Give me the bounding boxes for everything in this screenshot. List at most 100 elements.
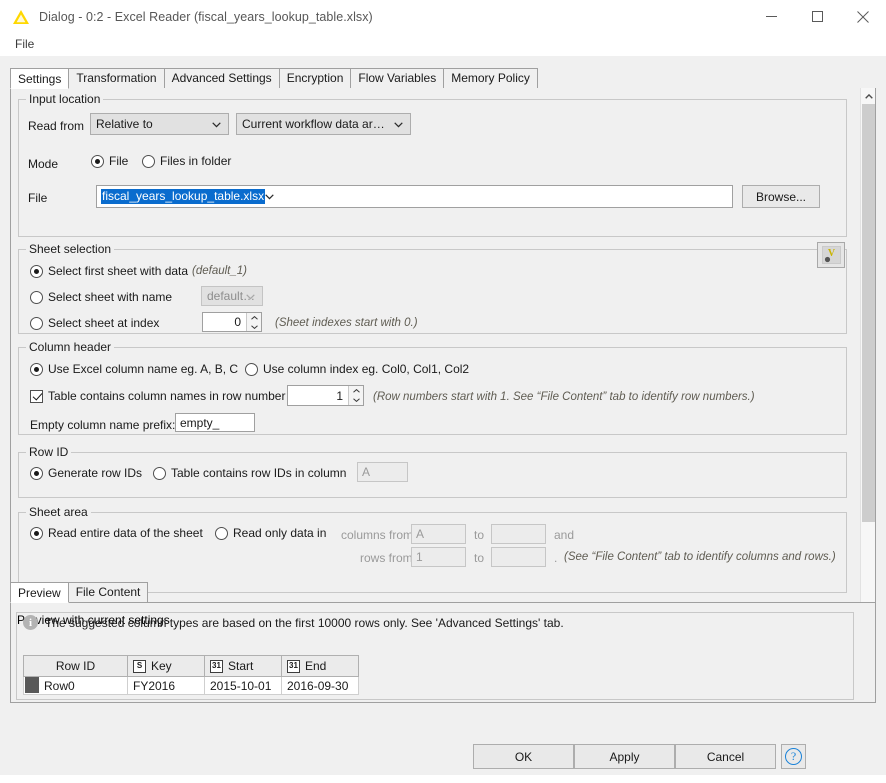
apply-button[interactable]: Apply — [574, 744, 675, 769]
radio-dot — [153, 466, 166, 480]
sheet-area-hint: (See “File Content” tab to identify colu… — [564, 551, 836, 563]
cancel-button[interactable]: Cancel — [675, 744, 776, 769]
columns-from-input[interactable]: A — [411, 524, 466, 544]
ok-button[interactable]: OK — [473, 744, 574, 769]
radio-use-excel-column-name[interactable]: Use Excel column name eg. A, B, C — [30, 362, 238, 376]
column-header-start[interactable]: 31 Start — [204, 655, 282, 677]
menu-item-file[interactable]: File — [10, 36, 39, 52]
date-type-icon: 31 — [210, 659, 223, 673]
window-controls — [748, 0, 886, 33]
empty-column-prefix-input[interactable]: empty_ — [175, 413, 255, 432]
checkbox-column-names-in-row[interactable]: Table contains column names in row numbe… — [30, 389, 285, 403]
maximize-icon[interactable] — [794, 0, 840, 33]
preview-tab-strip: Preview File Content — [10, 582, 876, 603]
group-row-id: Row ID — [18, 445, 847, 498]
chevron-down-icon — [394, 122, 403, 128]
scrollbar-thumb[interactable] — [862, 104, 875, 522]
sheet-index-spinner[interactable]: 0 — [202, 312, 262, 332]
group-label-sheet-area: Sheet area — [26, 505, 91, 519]
preview-info-row: i The suggested column types are based o… — [23, 615, 564, 630]
group-label-row-id: Row ID — [26, 445, 72, 459]
radio-generate-row-ids[interactable]: Generate row IDs — [30, 466, 142, 480]
spinner-down-icon[interactable] — [349, 395, 363, 405]
radio-sheet-at-index[interactable]: Select sheet at index — [30, 316, 159, 330]
minimize-icon[interactable] — [748, 0, 794, 33]
cell-key: FY2016 — [127, 676, 205, 695]
radio-mode-file[interactable]: File — [91, 154, 128, 168]
radio-dot — [91, 154, 104, 168]
first-sheet-hint: (default_1) — [192, 265, 247, 277]
rows-from-input[interactable]: 1 — [411, 547, 466, 567]
radio-table-contains-row-ids[interactable]: Table contains row IDs in column — [153, 466, 346, 480]
radio-mode-file-label: File — [109, 154, 129, 168]
scrollbar-up-icon[interactable] — [861, 88, 875, 104]
tab-advanced-settings[interactable]: Advanced Settings — [163, 68, 280, 88]
cell-row-id: Row0 — [23, 676, 128, 695]
close-icon[interactable] — [840, 0, 886, 33]
table-row[interactable]: Row0 FY2016 2015-10-01 2016-09-30 — [23, 676, 841, 695]
tab-encryption[interactable]: Encryption — [278, 68, 352, 88]
radio-use-column-index-label: Use column index eg. Col0, Col1, Col2 — [263, 362, 470, 376]
browse-button[interactable]: Browse... — [742, 185, 820, 208]
row-id-column-input[interactable]: A — [357, 462, 408, 482]
info-icon: i — [23, 615, 38, 630]
tab-settings[interactable]: Settings — [10, 68, 70, 89]
knime-triangle-icon — [12, 9, 30, 25]
radio-use-column-index[interactable]: Use column index eg. Col0, Col1, Col2 — [245, 362, 469, 376]
radio-read-only-data-in-label: Read only data in — [233, 526, 327, 540]
read-from-combo[interactable]: Relative to — [90, 113, 229, 135]
preview-panel: Preview with current settings i The sugg… — [10, 603, 876, 703]
sheet-name-combo[interactable]: default… — [201, 286, 263, 306]
flow-variable-button[interactable]: V — [817, 242, 845, 268]
radio-read-only-data-in[interactable]: Read only data in — [215, 526, 326, 540]
label-rows-to: to — [474, 551, 485, 565]
radio-dot — [30, 526, 43, 540]
vertical-scrollbar[interactable] — [860, 88, 875, 664]
radio-dot — [215, 526, 228, 540]
chevron-down-icon[interactable] — [265, 193, 274, 200]
read-from-value: Relative to — [96, 117, 153, 131]
radio-read-entire-sheet-label: Read entire data of the sheet — [48, 526, 203, 540]
spinner-up-icon[interactable] — [247, 313, 261, 322]
label-columns-to: to — [474, 528, 485, 542]
dialog-body: Settings Transformation Advanced Setting… — [0, 56, 886, 775]
svg-text:V: V — [827, 248, 835, 259]
label-mode: Mode — [28, 157, 59, 171]
sheet-index-value: 0 — [234, 315, 241, 329]
label-rows-from: rows from — [360, 551, 413, 565]
radio-read-entire-sheet[interactable]: Read entire data of the sheet — [30, 526, 203, 540]
radio-first-sheet[interactable]: Select first sheet with data — [30, 264, 188, 278]
cell-start: 2015-10-01 — [204, 676, 282, 695]
tab-transformation[interactable]: Transformation — [68, 68, 165, 88]
help-button[interactable]: ? — [781, 744, 806, 769]
radio-sheet-at-index-label: Select sheet at index — [48, 316, 160, 330]
radio-sheet-with-name[interactable]: Select sheet with name — [30, 290, 172, 304]
file-path-combo[interactable]: fiscal_years_lookup_table.xlsx — [96, 185, 733, 208]
rows-to-input[interactable] — [491, 547, 546, 567]
file-path-value: fiscal_years_lookup_table.xlsx — [101, 189, 266, 204]
cell-end: 2016-09-30 — [281, 676, 359, 695]
table-header-row: Row ID S Key 31 Start 31 End — [23, 655, 841, 677]
columns-to-input[interactable] — [491, 524, 546, 544]
column-header-key[interactable]: S Key — [127, 655, 205, 677]
header-row-number-spinner[interactable]: 1 — [287, 385, 364, 406]
radio-mode-files-in-folder[interactable]: Files in folder — [142, 154, 231, 168]
tab-preview[interactable]: Preview — [10, 582, 69, 603]
tab-flow-variables[interactable]: Flow Variables — [350, 68, 445, 88]
spinner-down-icon[interactable] — [247, 322, 261, 331]
tab-strip: Settings Transformation Advanced Setting… — [10, 68, 876, 89]
cell-filler — [358, 676, 841, 695]
date-type-icon: 31 — [287, 659, 300, 673]
label-and: and — [554, 528, 575, 542]
radio-sheet-with-name-label: Select sheet with name — [48, 290, 173, 304]
spinner-up-icon[interactable] — [349, 386, 363, 396]
column-header-row-id[interactable]: Row ID — [23, 655, 128, 677]
menu-bar: File — [0, 33, 886, 55]
label-read-from: Read from — [28, 119, 85, 133]
column-header-end[interactable]: 31 End — [281, 655, 359, 677]
group-label-column-header: Column header — [26, 340, 115, 354]
tab-file-content[interactable]: File Content — [67, 582, 149, 602]
read-from-target-combo[interactable]: Current workflow data ar… — [236, 113, 411, 135]
tab-memory-policy[interactable]: Memory Policy — [443, 68, 538, 88]
radio-dot — [30, 316, 43, 330]
